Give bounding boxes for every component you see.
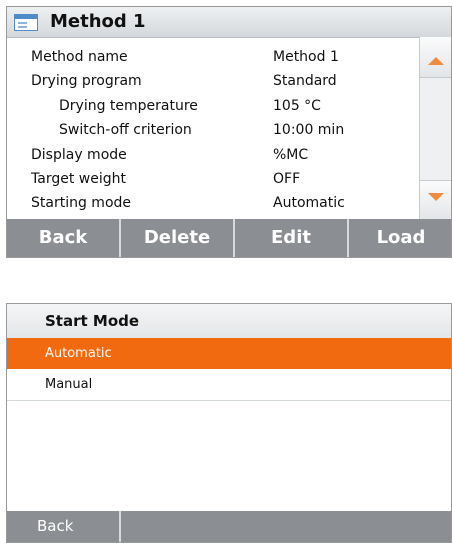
- setting-row-switch-off-criterion[interactable]: Switch-off criterion 10:00 min: [7, 118, 421, 142]
- setting-row-starting-mode[interactable]: Starting mode Automatic: [7, 191, 421, 215]
- method-title-bar: Method 1: [7, 7, 451, 38]
- method-panel: Method 1 Method name Method 1 Drying pro…: [6, 6, 452, 258]
- button-divider: [119, 511, 121, 542]
- setting-label: Drying temperature: [59, 97, 198, 114]
- option-label: Automatic: [45, 346, 112, 361]
- option-automatic[interactable]: Automatic: [7, 338, 451, 369]
- setting-value: Method 1: [273, 49, 339, 65]
- window-icon: [14, 14, 38, 31]
- start-mode-title: Start Mode: [45, 312, 140, 330]
- option-manual[interactable]: Manual: [7, 369, 451, 401]
- method-button-bar: Back Delete Edit Load: [7, 219, 451, 257]
- load-button[interactable]: Load: [349, 219, 451, 257]
- back-button[interactable]: Back: [7, 511, 119, 542]
- setting-label: Switch-off criterion: [59, 122, 192, 139]
- delete-button[interactable]: Delete: [121, 219, 233, 257]
- scroll-down-button[interactable]: [420, 180, 451, 221]
- setting-label: Starting mode: [31, 195, 132, 212]
- setting-label: Method name: [31, 49, 128, 65]
- setting-value: Standard: [273, 73, 337, 90]
- start-mode-header: Start Mode: [7, 304, 451, 339]
- start-mode-button-bar: Back: [7, 511, 451, 542]
- triangle-down-icon: [428, 193, 444, 201]
- setting-value: 10:00 min: [273, 122, 345, 139]
- setting-label: Display mode: [31, 146, 127, 163]
- setting-label: Drying program: [31, 73, 142, 90]
- option-label: Manual: [45, 377, 93, 392]
- setting-value: 105 °C: [273, 97, 321, 114]
- setting-value: Automatic: [273, 195, 345, 212]
- start-mode-panel: Start Mode Automatic Manual Back: [6, 303, 452, 543]
- page-title: Method 1: [50, 11, 146, 32]
- setting-label: Target weight: [31, 170, 126, 187]
- setting-row-target-weight[interactable]: Target weight OFF: [7, 167, 421, 191]
- setting-row-display-mode[interactable]: Display mode %MC: [7, 143, 421, 167]
- setting-value: OFF: [273, 170, 301, 187]
- edit-button[interactable]: Edit: [235, 219, 347, 257]
- method-settings-list: Method name Method 1 Drying program Stan…: [7, 45, 421, 221]
- scrollbar[interactable]: [419, 37, 451, 221]
- setting-row-method-name[interactable]: Method name Method 1: [7, 45, 421, 69]
- triangle-up-icon: [428, 57, 444, 65]
- setting-row-drying-temperature[interactable]: Drying temperature 105 °C: [7, 94, 421, 118]
- back-button[interactable]: Back: [7, 219, 119, 257]
- scroll-up-button[interactable]: [420, 37, 451, 78]
- setting-value: %MC: [273, 146, 309, 163]
- setting-row-drying-program[interactable]: Drying program Standard: [7, 69, 421, 93]
